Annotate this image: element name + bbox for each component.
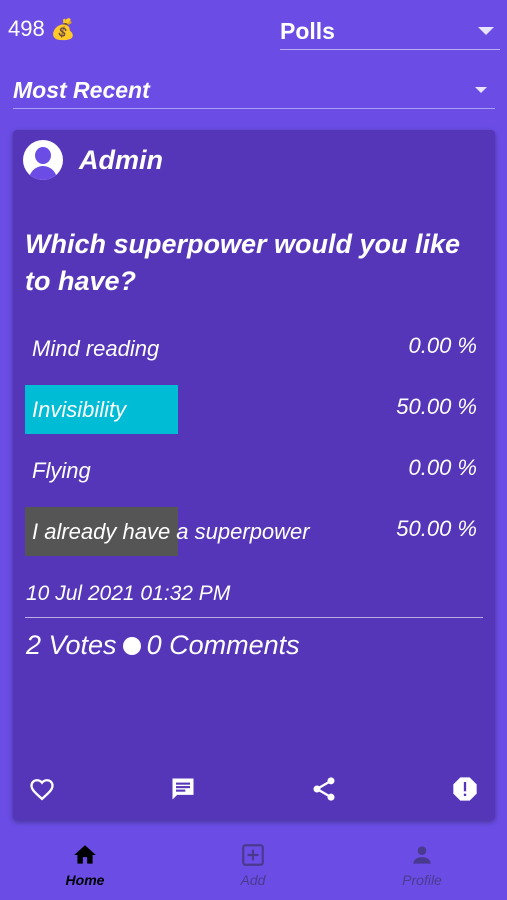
option-label: Mind reading bbox=[32, 336, 160, 361]
option-percent: 50.00 % bbox=[396, 516, 477, 541]
home-icon bbox=[74, 845, 96, 864]
report-icon bbox=[453, 777, 477, 801]
poll-question: Which superpower would you like to have? bbox=[25, 229, 461, 296]
option-percent: 50.00 % bbox=[396, 394, 477, 419]
heart-icon bbox=[30, 779, 54, 801]
author-name: Admin bbox=[79, 144, 163, 175]
option-percent: 0.00 % bbox=[408, 333, 478, 358]
report-button[interactable] bbox=[450, 774, 480, 804]
comment-button[interactable] bbox=[168, 774, 198, 804]
nav-home[interactable]: Home bbox=[25, 842, 145, 888]
poll-author[interactable]: Admin bbox=[23, 138, 163, 182]
separator-dot bbox=[122, 636, 141, 655]
bottom-nav: Home Add Profile bbox=[0, 830, 507, 900]
nav-add-label: Add bbox=[240, 872, 266, 888]
money-bag-icon: 💰 bbox=[50, 18, 76, 41]
poll-option[interactable]: Mind reading 0.00 % bbox=[25, 324, 483, 373]
option-percent: 0.00 % bbox=[408, 455, 478, 480]
poll-stats: 2 Votes 0 Comments bbox=[26, 630, 300, 661]
comment-count: 0 Comments bbox=[146, 630, 300, 660]
vote-count: 2 Votes bbox=[26, 630, 117, 660]
coin-count: 498 bbox=[8, 16, 45, 41]
option-label: I already have a superpower bbox=[32, 519, 310, 544]
nav-home-label: Home bbox=[65, 872, 105, 888]
sort-dropdown[interactable]: Most Recent bbox=[13, 74, 495, 109]
chevron-down-icon bbox=[475, 87, 487, 93]
coin-balance: 498 💰 bbox=[8, 16, 76, 42]
nav-profile-label: Profile bbox=[402, 872, 442, 888]
sort-value: Most Recent bbox=[13, 77, 150, 103]
share-button[interactable] bbox=[309, 774, 339, 804]
add-box-icon bbox=[242, 844, 264, 866]
nav-profile[interactable]: Profile bbox=[362, 842, 482, 888]
top-bar: 498 💰 Polls bbox=[0, 0, 507, 60]
poll-card: Admin Which superpower would you like to… bbox=[13, 130, 495, 820]
avatar bbox=[23, 140, 63, 180]
like-button[interactable] bbox=[27, 774, 57, 804]
category-value: Polls bbox=[280, 18, 335, 44]
comment-icon bbox=[172, 778, 194, 800]
divider bbox=[25, 617, 483, 618]
poll-option[interactable]: Flying 0.00 % bbox=[25, 446, 483, 495]
chevron-down-icon bbox=[478, 27, 494, 35]
person-icon bbox=[413, 846, 431, 864]
category-dropdown[interactable]: Polls bbox=[280, 14, 500, 50]
poll-actions bbox=[13, 770, 495, 810]
poll-timestamp: 10 Jul 2021 01:32 PM bbox=[26, 582, 231, 605]
nav-add[interactable]: Add bbox=[193, 842, 313, 888]
option-label: Invisibility bbox=[32, 397, 127, 422]
poll-option[interactable]: I already have a superpower 50.00 % bbox=[25, 507, 483, 556]
option-label: Flying bbox=[32, 458, 91, 483]
share-icon bbox=[313, 777, 335, 801]
poll-option[interactable]: Invisibility 50.00 % bbox=[25, 385, 483, 434]
